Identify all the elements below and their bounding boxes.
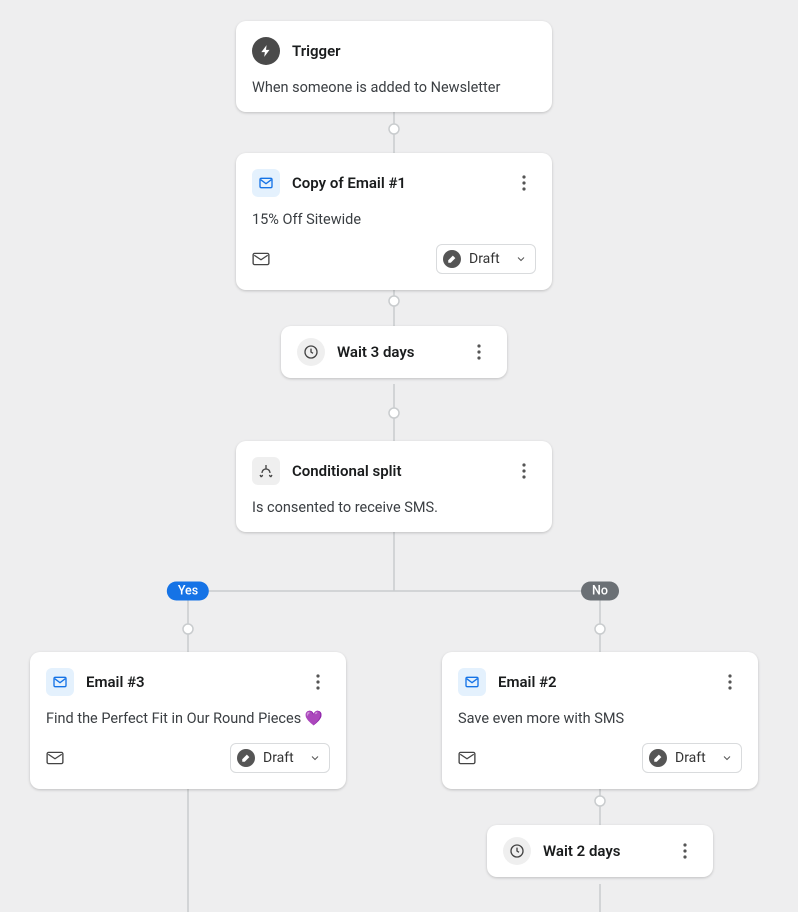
pencil-icon [237, 749, 255, 767]
email1-description: 15% Off Sitewide [252, 211, 536, 228]
email2-status-label: Draft [675, 750, 706, 766]
trigger-card[interactable]: Trigger When someone is added to Newslet… [236, 21, 552, 112]
wait1-title: Wait 3 days [337, 343, 415, 361]
trigger-description: When someone is added to Newsletter [252, 79, 536, 96]
email1-card[interactable]: Copy of Email #1 15% Off Sitewide Draft [236, 153, 552, 290]
wait2-card[interactable]: Wait 2 days [487, 825, 713, 877]
email2-status-select[interactable]: Draft [642, 743, 742, 773]
email2-card[interactable]: Email #2 Save even more with SMS Draft [442, 652, 758, 789]
chevron-down-icon [721, 752, 733, 764]
smart-send-icon [458, 751, 476, 765]
trigger-title: Trigger [292, 42, 341, 60]
email3-menu-button[interactable] [306, 670, 330, 694]
email3-description: Find the Perfect Fit in Our Round Pieces… [46, 710, 330, 727]
mail-icon [252, 169, 280, 197]
wait2-title: Wait 2 days [543, 842, 621, 860]
chevron-down-icon [515, 253, 527, 265]
branch-yes-label: Yes [167, 582, 209, 601]
email2-title: Email #2 [498, 673, 557, 691]
wait1-card[interactable]: Wait 3 days [281, 326, 507, 378]
email1-status-select[interactable]: Draft [436, 244, 536, 274]
bolt-icon [252, 37, 280, 65]
email2-description: Save even more with SMS [458, 710, 742, 727]
email3-status-select[interactable]: Draft [230, 743, 330, 773]
split-menu-button[interactable] [512, 459, 536, 483]
pencil-icon [649, 749, 667, 767]
email3-card[interactable]: Email #3 Find the Perfect Fit in Our Rou… [30, 652, 346, 789]
clock-icon [297, 338, 325, 366]
mail-icon [46, 668, 74, 696]
email3-title: Email #3 [86, 673, 145, 691]
email1-status-label: Draft [469, 251, 500, 267]
split-title: Conditional split [292, 462, 401, 480]
wait2-menu-button[interactable] [673, 839, 697, 863]
pencil-icon [443, 250, 461, 268]
email3-status-label: Draft [263, 750, 294, 766]
smart-send-icon [46, 751, 64, 765]
email1-menu-button[interactable] [512, 171, 536, 195]
mail-icon [458, 668, 486, 696]
email1-title: Copy of Email #1 [292, 174, 406, 192]
smart-send-icon [252, 252, 270, 266]
wait1-menu-button[interactable] [467, 340, 491, 364]
branch-no-label: No [581, 582, 619, 601]
split-description: Is consented to receive SMS. [252, 499, 536, 516]
email2-menu-button[interactable] [718, 670, 742, 694]
clock-icon [503, 837, 531, 865]
chevron-down-icon [309, 752, 321, 764]
branch-icon [252, 457, 280, 485]
split-card[interactable]: Conditional split Is consented to receiv… [236, 441, 552, 532]
